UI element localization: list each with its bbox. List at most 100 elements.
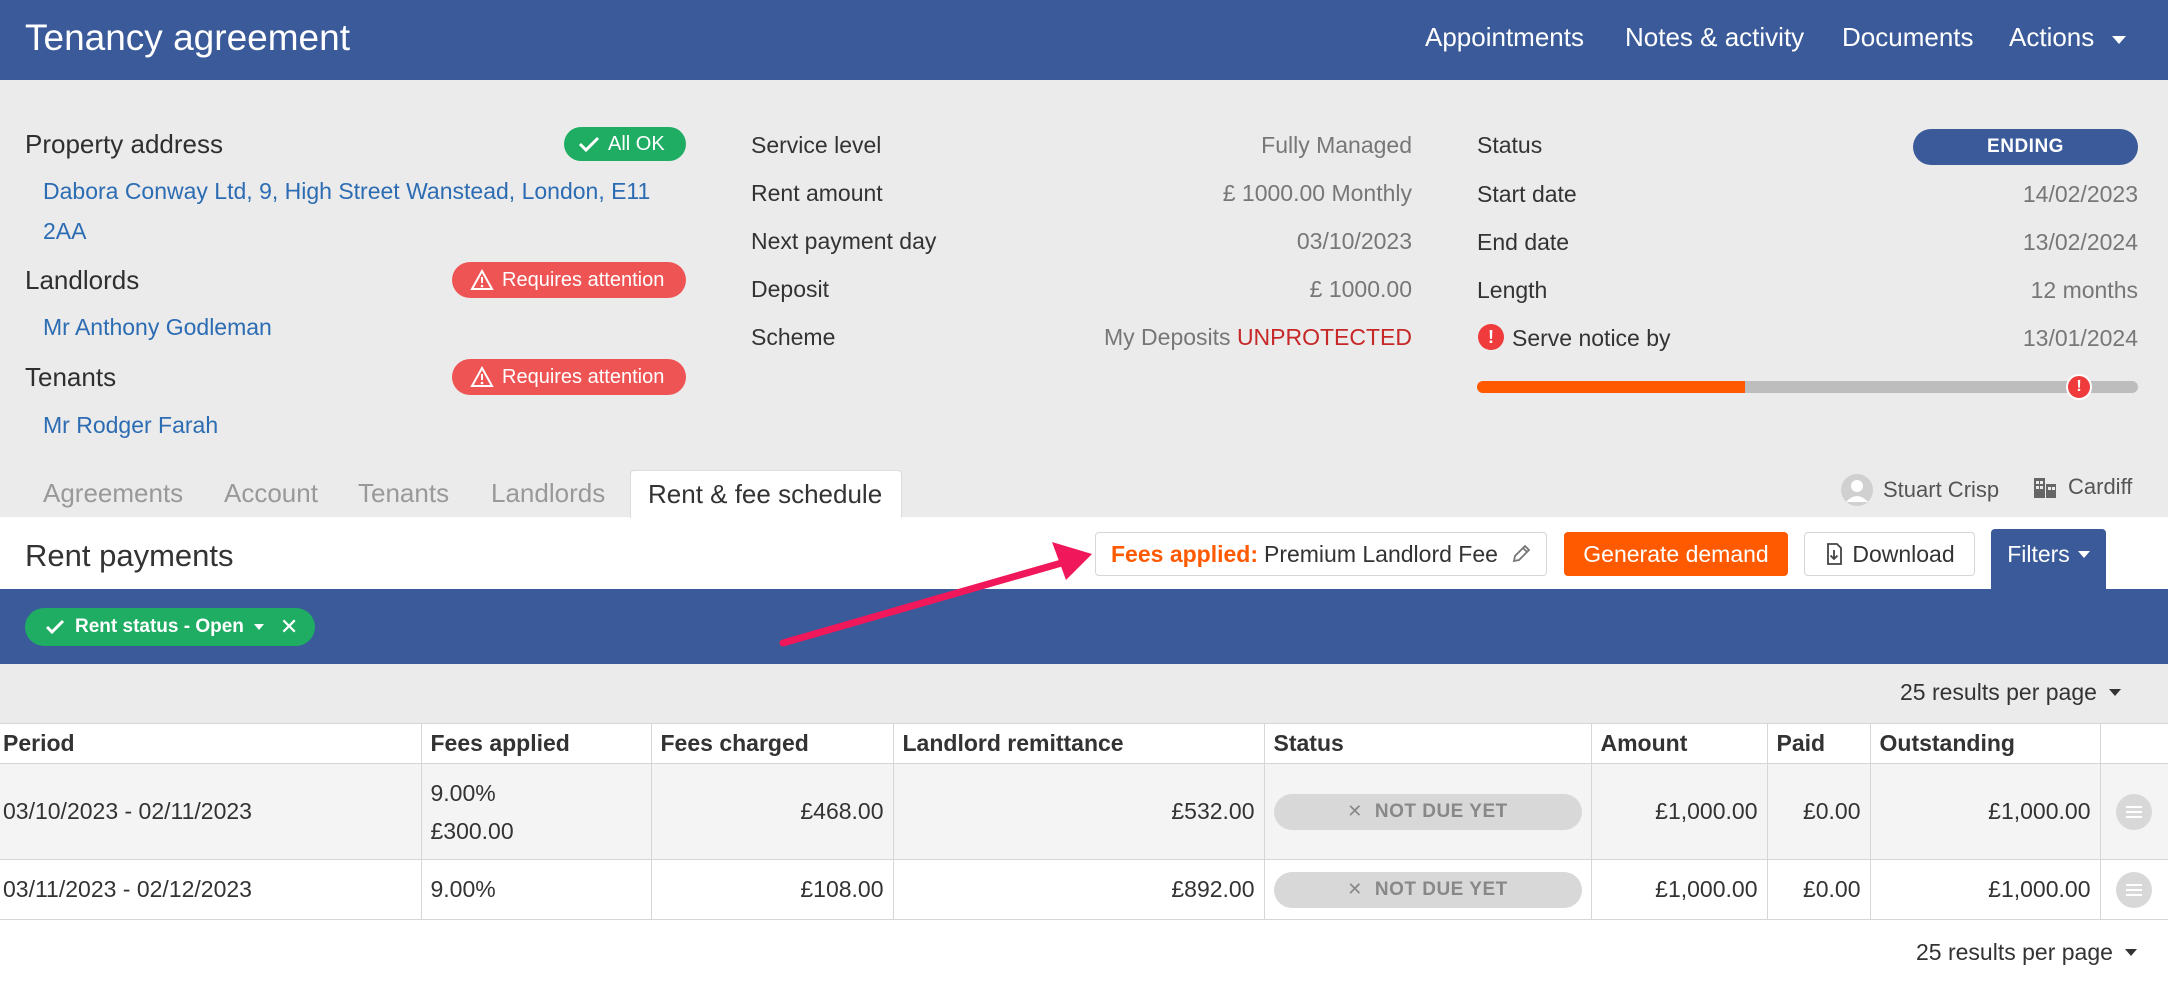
landlords-status-text: Requires attention — [502, 268, 665, 291]
rent-amount-label: Rent amount — [751, 180, 883, 206]
column-header-fees-applied[interactable]: Fees applied — [421, 723, 652, 764]
status-badge: ENDING — [1913, 129, 2138, 165]
fees-applied-selector[interactable]: Fees applied: Premium Landlord Fee — [1095, 532, 1547, 576]
assigned-user: Stuart Crisp — [1841, 474, 1999, 506]
cell-status: ✕ NOT DUE YET — [1264, 859, 1592, 920]
deposit-value: £ 1000.00 — [1309, 276, 1412, 302]
serve-notice-label: Serve notice by — [1512, 325, 1671, 351]
scheme-value: My Deposits UNPROTECTED — [1104, 324, 1412, 351]
column-header-fees-charged[interactable]: Fees charged — [651, 723, 894, 764]
filter-bar — [0, 589, 2168, 664]
end-date-value: 13/02/2024 — [2022, 229, 2138, 255]
address-status-text: All OK — [608, 132, 665, 155]
download-icon — [1827, 543, 1843, 565]
column-header-period[interactable]: Period — [0, 723, 422, 764]
row-menu-icon[interactable] — [2116, 793, 2153, 830]
tenant-name-link[interactable]: Mr Rodger Farah — [43, 412, 218, 439]
cell-status: ✕ NOT DUE YET — [1264, 763, 1592, 860]
filter-chip-rent-status[interactable]: Rent status - Open ✕ — [25, 608, 315, 646]
cell-amount: £1,000.00 — [1591, 763, 1768, 860]
tenants-label: Tenants — [25, 362, 117, 392]
nav-appointments[interactable]: Appointments — [1425, 22, 1584, 53]
cell-paid: £0.00 — [1767, 763, 1871, 860]
branch-name: Cardiff — [2068, 474, 2133, 499]
column-header-status[interactable]: Status — [1264, 723, 1592, 764]
download-button[interactable]: Download — [1804, 532, 1975, 576]
check-icon — [45, 619, 65, 635]
fees-applied-percent: 9.00% — [430, 876, 496, 902]
tenancy-progress-fill — [1477, 381, 1745, 393]
pager-band — [0, 664, 2168, 724]
tenancy-progress-bar — [1477, 381, 2138, 393]
start-date-label: Start date — [1477, 181, 1577, 207]
nav-documents[interactable]: Documents — [1842, 22, 1974, 53]
assigned-user-name: Stuart Crisp — [1883, 477, 2000, 502]
summary-panel: Property address All OK Dabora Conway Lt… — [0, 80, 2168, 517]
pencil-icon[interactable] — [1510, 543, 1532, 565]
chevron-down-icon[interactable] — [2112, 36, 2126, 44]
chevron-down-icon[interactable] — [253, 624, 264, 630]
rent-amount-value: £ 1000.00 Monthly — [1222, 180, 1412, 206]
tenants-status-text: Requires attention — [502, 365, 665, 388]
fees-applied-value: Premium Landlord Fee — [1263, 540, 1498, 567]
table-row[interactable]: 03/10/2023 - 02/11/2023 9.00% £300.00 £4… — [0, 763, 2168, 860]
property-address-link-line2[interactable]: 2AA — [43, 218, 86, 245]
scheme-status: UNPROTECTED — [1236, 324, 1412, 350]
tab-tenants[interactable]: Tenants — [358, 478, 449, 509]
building-icon — [2034, 478, 2056, 498]
status-badge: ✕ NOT DUE YET — [1273, 793, 1582, 830]
results-per-page-label: 25 results per page — [1900, 679, 2097, 705]
tab-account[interactable]: Account — [224, 478, 318, 509]
close-icon: ✕ — [1347, 801, 1363, 821]
results-per-page-bottom[interactable]: 25 results per page — [1916, 939, 2137, 966]
cell-fees-applied: 9.00% £300.00 — [421, 763, 652, 860]
nav-actions[interactable]: Actions — [2009, 22, 2094, 53]
cell-fees-charged: £468.00 — [651, 763, 894, 860]
landlord-name-link[interactable]: Mr Anthony Godleman — [43, 314, 272, 341]
close-icon[interactable]: ✕ — [280, 614, 298, 640]
fees-applied-fixed: £300.00 — [430, 817, 514, 844]
rent-payments-table: Period Fees applied Fees charged Landlor… — [0, 723, 2168, 920]
status-text: NOT DUE YET — [1374, 800, 1508, 822]
row-menu-icon[interactable] — [2116, 871, 2153, 908]
tab-landlords[interactable]: Landlords — [491, 478, 605, 509]
chevron-down-icon — [2124, 949, 2137, 956]
cell-paid: £0.00 — [1767, 859, 1871, 920]
column-header-outstanding[interactable]: Outstanding — [1870, 723, 2101, 764]
tab-agreements[interactable]: Agreements — [43, 478, 183, 509]
column-header-amount[interactable]: Amount — [1591, 723, 1768, 764]
filters-label: Filters — [2007, 541, 2070, 567]
chevron-down-icon — [2077, 551, 2090, 558]
status-badge: ✕ NOT DUE YET — [1273, 871, 1582, 908]
column-header-paid[interactable]: Paid — [1767, 723, 1871, 764]
scheme-label: Scheme — [751, 324, 836, 350]
serve-notice-value: 13/01/2024 — [2022, 325, 2138, 351]
deposit-label: Deposit — [751, 276, 829, 302]
section-title: Rent payments — [25, 538, 234, 573]
filters-button[interactable]: Filters — [1991, 529, 2106, 589]
cell-landlord-remittance: £892.00 — [893, 859, 1265, 920]
branch: Cardiff — [2032, 474, 2132, 500]
cell-period: 03/10/2023 - 02/11/2023 — [0, 763, 422, 860]
generate-demand-button[interactable]: Generate demand — [1564, 532, 1788, 576]
chevron-down-icon — [2108, 689, 2121, 696]
property-address-label: Property address — [25, 129, 223, 159]
landlords-status-badge: Requires attention — [452, 262, 686, 298]
page-title: Tenancy agreement — [25, 17, 350, 58]
download-label: Download — [1852, 540, 1955, 567]
table-row[interactable]: 03/11/2023 - 02/12/2023 9.00% £108.00 £8… — [0, 859, 2168, 920]
nav-notes-activity[interactable]: Notes & activity — [1625, 22, 1804, 53]
user-avatar-icon — [1841, 474, 1873, 506]
property-address-link[interactable]: Dabora Conway Ltd, 9, High Street Wanste… — [43, 178, 650, 205]
tab-rent-fee-schedule[interactable]: Rent & fee schedule — [630, 470, 902, 518]
tenants-status-badge: Requires attention — [452, 359, 686, 395]
next-payment-label: Next payment day — [751, 228, 937, 254]
length-label: Length — [1477, 277, 1548, 303]
column-header-landlord-remittance[interactable]: Landlord remittance — [893, 723, 1265, 764]
cell-outstanding: £1,000.00 — [1870, 763, 2101, 860]
alert-icon: ! — [1478, 324, 1504, 350]
results-per-page-top[interactable]: 25 results per page — [1900, 679, 2121, 706]
cell-actions — [2100, 859, 2168, 920]
table-header-row: Period Fees applied Fees charged Landlor… — [0, 723, 2168, 764]
cell-outstanding: £1,000.00 — [1870, 859, 2101, 920]
